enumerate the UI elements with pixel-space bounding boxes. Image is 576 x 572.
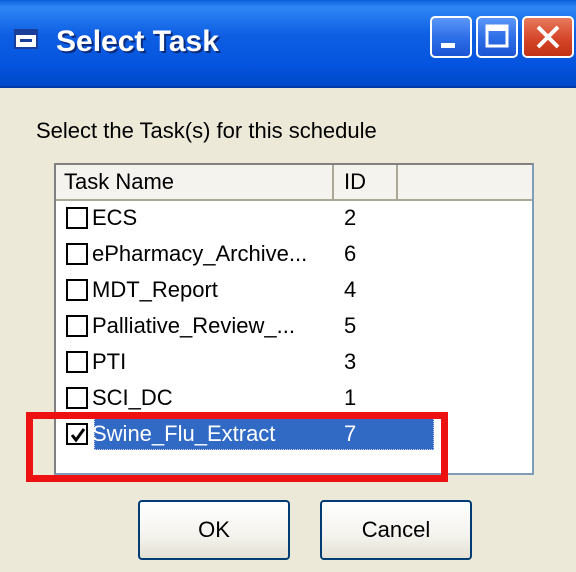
close-icon xyxy=(536,25,560,49)
checkmark-icon xyxy=(70,428,86,443)
prompt-label: Select the Task(s) for this schedule xyxy=(36,118,377,143)
task-name: Swine_Flu_Extract xyxy=(92,421,276,446)
task-name: SCI_DC xyxy=(92,385,173,410)
list-item[interactable]: PTI 3 xyxy=(56,345,532,379)
task-name: PTI xyxy=(92,349,127,374)
task-id: 2 xyxy=(344,205,357,230)
column-header-task-name[interactable]: Task Name xyxy=(56,165,334,201)
minimize-button[interactable] xyxy=(430,16,472,58)
checkbox-checked[interactable] xyxy=(66,423,88,445)
list-header: Task Name ID xyxy=(56,165,532,201)
list-item[interactable]: ECS 2 xyxy=(56,201,532,235)
checkbox[interactable] xyxy=(66,315,88,337)
task-name: Palliative_Review_... xyxy=(92,313,295,338)
task-id: 7 xyxy=(344,421,357,446)
column-header-filler xyxy=(398,165,532,201)
maximize-button[interactable] xyxy=(476,16,518,58)
list-item[interactable]: MDT_Report 4 xyxy=(56,273,532,307)
task-id: 4 xyxy=(344,277,357,302)
checkbox[interactable] xyxy=(66,279,88,301)
task-id: 3 xyxy=(344,349,357,374)
column-header-id[interactable]: ID xyxy=(334,165,398,201)
task-id: 5 xyxy=(344,313,357,338)
maximize-icon xyxy=(485,24,509,48)
task-name: ECS xyxy=(92,205,138,230)
task-list[interactable]: Task Name ID ECS 2 ePharmacy_Archive... … xyxy=(54,163,534,475)
cancel-button[interactable]: Cancel xyxy=(320,500,472,560)
list-item[interactable]: SCI_DC 1 xyxy=(56,381,532,415)
task-name: ePharmacy_Archive... xyxy=(92,241,308,266)
task-id: 6 xyxy=(344,241,357,266)
task-name: MDT_Report xyxy=(92,277,218,302)
title-bar[interactable]: Select Task xyxy=(0,0,576,88)
task-id: 1 xyxy=(344,385,357,410)
list-item[interactable]: ePharmacy_Archive... 6 xyxy=(56,237,532,271)
checkbox[interactable] xyxy=(66,243,88,265)
window-title: Select Task xyxy=(56,25,219,58)
checkbox[interactable] xyxy=(66,207,88,229)
ok-button[interactable]: OK xyxy=(138,500,290,560)
checkbox[interactable] xyxy=(66,351,88,373)
list-item-selected[interactable]: Swine_Flu_Extract 7 xyxy=(56,417,532,451)
list-item[interactable]: Palliative_Review_... 5 xyxy=(56,309,532,343)
app-icon xyxy=(14,29,38,49)
minimize-icon xyxy=(441,43,455,48)
checkbox[interactable] xyxy=(66,387,88,409)
close-button[interactable] xyxy=(522,16,574,58)
